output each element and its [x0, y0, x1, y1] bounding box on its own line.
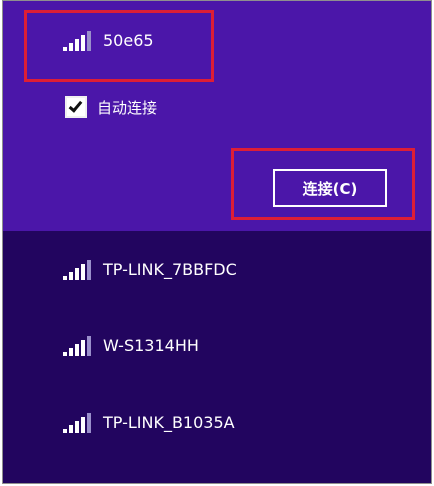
network-name: W-S1314HH: [103, 336, 199, 355]
available-networks-list: TP-LINK_7BBFDC W-S1314HH TP-LINK_B1035A: [3, 231, 431, 483]
selected-network-item[interactable]: 50e65: [61, 25, 154, 57]
connect-button[interactable]: 连接(C): [273, 169, 387, 207]
network-name: TP-LINK_B1035A: [103, 413, 235, 432]
network-list-item-tp-link-7bbfdc[interactable]: TP-LINK_7BBFDC: [61, 253, 237, 287]
network-list-item-tp-link-b1035a[interactable]: TP-LINK_B1035A: [61, 406, 235, 440]
network-name: TP-LINK_7BBFDC: [103, 260, 237, 279]
checkmark-icon: [68, 98, 83, 113]
selected-network-panel: 50e65 自动连接 连接(C): [3, 1, 431, 231]
auto-connect-checkbox[interactable]: [65, 96, 87, 118]
wifi-signal-icon: [61, 411, 93, 435]
network-list-item-w-s1314hh[interactable]: W-S1314HH: [61, 329, 199, 363]
wifi-signal-icon: [61, 258, 93, 282]
selected-network-name: 50e65: [103, 31, 154, 50]
wifi-signal-icon: [61, 334, 93, 358]
auto-connect-label: 自动连接: [97, 98, 158, 117]
wifi-signal-icon: [61, 29, 93, 53]
auto-connect-option[interactable]: 自动连接: [65, 93, 157, 121]
wifi-network-flyout: 50e65 自动连接 连接(C) TP-LINK_7BBFDC W-S1314H…: [2, 0, 432, 484]
